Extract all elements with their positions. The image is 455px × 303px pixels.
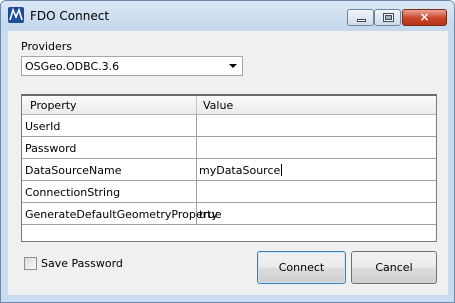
property-cell: ConnectionString — [22, 181, 197, 202]
table-row[interactable]: Password — [22, 137, 436, 159]
property-grid: Property Value UserId Password DataSourc… — [21, 94, 437, 242]
column-divider[interactable] — [196, 96, 197, 114]
property-cell: UserId — [22, 115, 197, 136]
minimize-icon — [357, 19, 366, 22]
window-title: FDO Connect — [30, 9, 110, 23]
app-icon — [8, 7, 24, 23]
value-cell[interactable] — [198, 181, 436, 202]
maximize-icon — [383, 13, 394, 22]
maximize-button[interactable] — [374, 9, 401, 26]
providers-label: Providers — [21, 40, 73, 53]
close-button[interactable]: × — [402, 9, 447, 26]
title-bar[interactable]: FDO Connect × — [1, 1, 454, 30]
save-password-checkbox[interactable] — [24, 257, 37, 270]
property-cell: DataSourceName — [22, 159, 197, 180]
providers-selected-value: OSGeo.ODBC.3.6 — [25, 60, 120, 73]
table-row[interactable]: ConnectionString — [22, 181, 436, 203]
minimize-button[interactable] — [347, 9, 374, 26]
value-cell[interactable] — [198, 137, 436, 158]
column-header-value[interactable]: Value — [203, 99, 233, 112]
value-cell[interactable] — [198, 115, 436, 136]
column-header-property[interactable]: Property — [30, 99, 77, 112]
value-cell[interactable]: true — [198, 203, 436, 224]
table-row[interactable]: DataSourceName myDataSource — [22, 159, 436, 181]
table-row[interactable]: GenerateDefaultGeometryProperty true — [22, 203, 436, 225]
value-cell-editing[interactable]: myDataSource — [198, 159, 436, 180]
connect-button[interactable]: Connect — [257, 251, 346, 284]
value-text[interactable]: myDataSource — [199, 164, 280, 177]
table-row[interactable]: UserId — [22, 115, 436, 137]
property-cell: GenerateDefaultGeometryProperty — [22, 203, 218, 224]
dialog-body: Providers OSGeo.ODBC.3.6 Property Value … — [8, 31, 448, 295]
fdo-connect-window: FDO Connect × Providers OSGeo.ODBC.3.6 P… — [0, 0, 455, 303]
chevron-down-icon[interactable] — [226, 57, 240, 75]
grid-header: Property Value — [22, 96, 436, 115]
close-icon: × — [419, 10, 430, 24]
text-caret — [281, 164, 283, 176]
providers-dropdown[interactable]: OSGeo.ODBC.3.6 — [21, 56, 243, 76]
cancel-button[interactable]: Cancel — [351, 251, 437, 284]
property-cell: Password — [22, 137, 197, 158]
save-password-label[interactable]: Save Password — [41, 257, 123, 270]
